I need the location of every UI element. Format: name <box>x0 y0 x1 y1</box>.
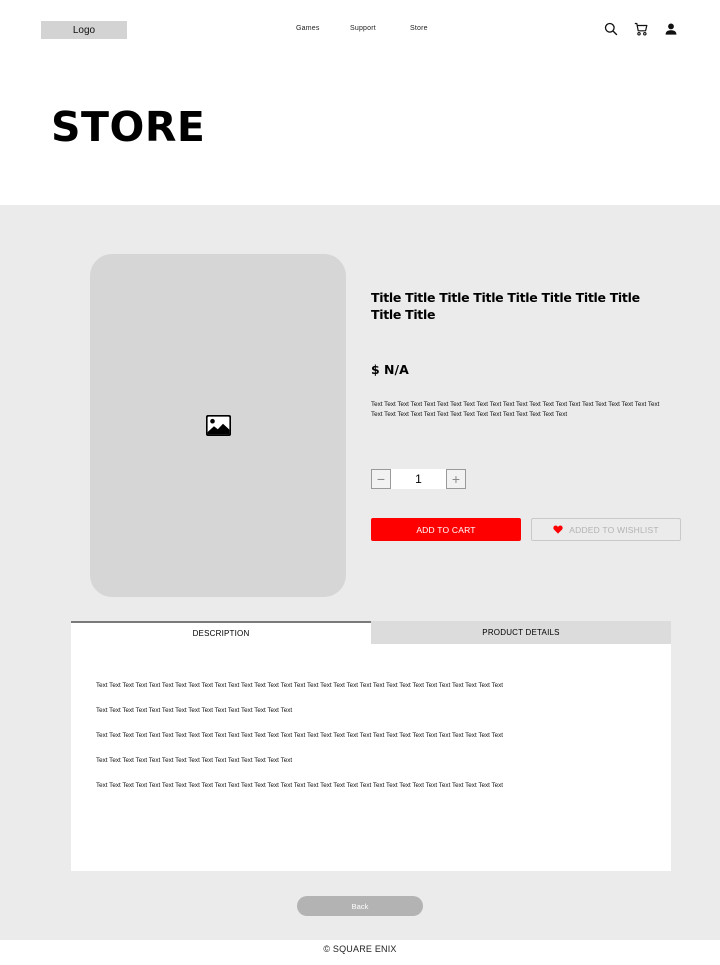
increase-quantity-button[interactable]: + <box>446 469 466 489</box>
product-title: Title Title Title Title Title Title Titl… <box>371 290 640 322</box>
tab-product-details[interactable]: PRODUCT DETAILS <box>371 621 671 644</box>
product-image <box>90 254 346 597</box>
product-tabs: DESCRIPTION PRODUCT DETAILS <box>71 621 671 644</box>
nav-store[interactable]: Store <box>410 25 428 32</box>
description-line: Text Text Text Text Text Text Text Text … <box>96 757 293 764</box>
quantity-stepper: − 1 + <box>371 469 466 489</box>
nav-support[interactable]: Support <box>350 25 410 32</box>
cart-icon[interactable] <box>634 22 648 36</box>
description-line: Text Text Text Text Text Text Text Text … <box>96 707 293 714</box>
heart-icon <box>553 525 563 534</box>
main-nav: Games Support Store <box>296 25 428 32</box>
add-to-cart-button[interactable]: ADD TO CART <box>371 518 521 541</box>
back-button[interactable]: Back <box>297 896 423 916</box>
quantity-input[interactable]: 1 <box>391 469 446 489</box>
logo[interactable]: Logo <box>41 21 127 39</box>
product-section: Title Title Title Title Title Title Titl… <box>0 205 720 940</box>
description-line: Text Text Text Text Text Text Text Text … <box>96 732 504 739</box>
user-icon[interactable] <box>664 22 678 36</box>
description-line: Text Text Text Text Text Text Text Text … <box>96 782 504 789</box>
product-price: $ N/A <box>371 362 409 377</box>
header-icons <box>604 22 678 36</box>
tab-description[interactable]: DESCRIPTION <box>71 621 371 644</box>
product-description: Text Text Text Text Text Text Text Text … <box>371 401 660 418</box>
page-title: STORE <box>51 103 206 151</box>
decrease-quantity-button[interactable]: − <box>371 469 391 489</box>
wishlist-button[interactable]: ADDED TO WISHLIST <box>531 518 681 541</box>
search-icon[interactable] <box>604 22 618 36</box>
tab-content-panel: Text Text Text Text Text Text Text Text … <box>71 644 671 871</box>
wishlist-label: ADDED TO WISHLIST <box>569 524 659 535</box>
nav-games[interactable]: Games <box>296 25 350 32</box>
footer-copyright: © SQUARE ENIX <box>323 944 397 954</box>
description-line: Text Text Text Text Text Text Text Text … <box>96 682 504 689</box>
image-placeholder-icon <box>205 415 231 436</box>
